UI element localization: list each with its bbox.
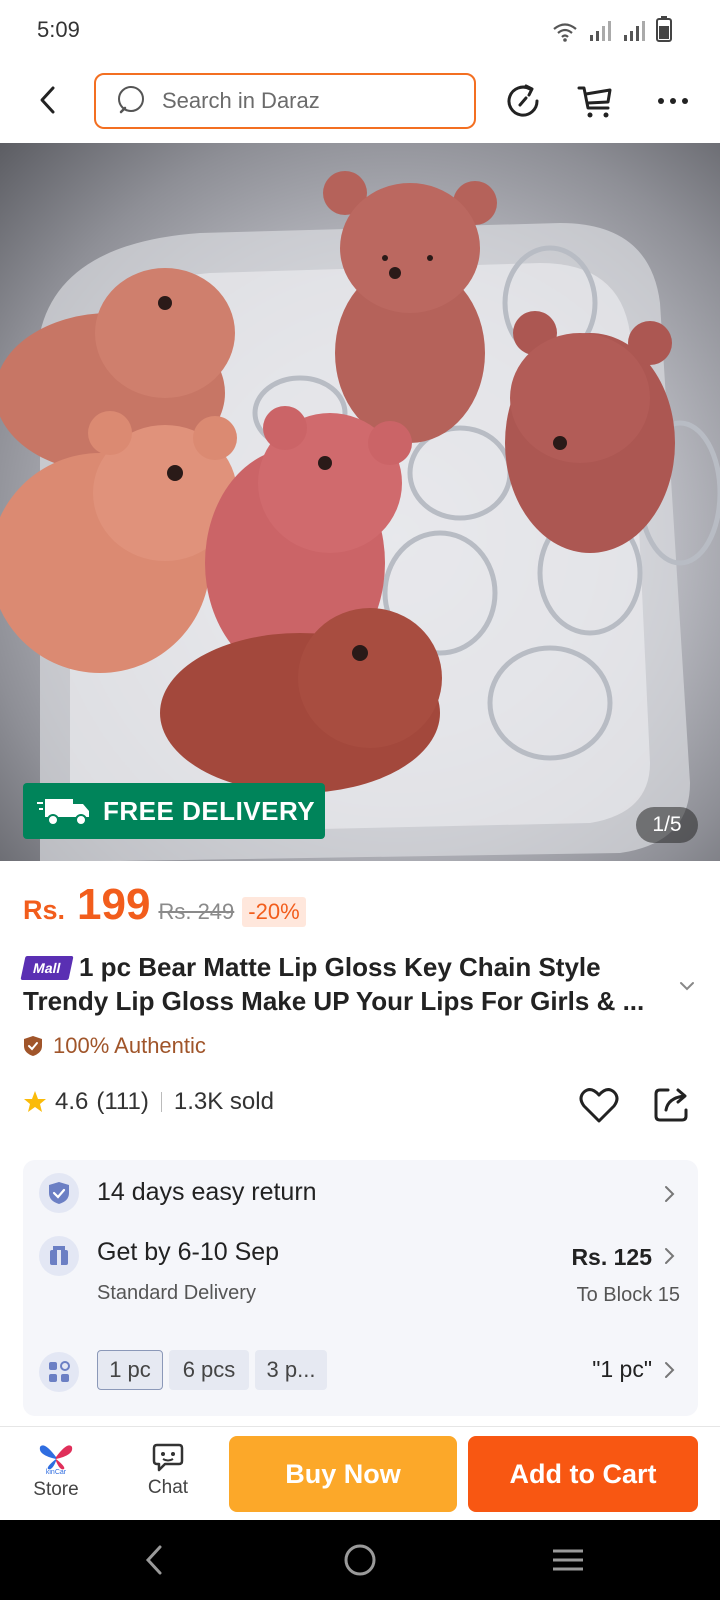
history-icon <box>507 84 539 117</box>
rating-value: 4.6 <box>55 1088 89 1115</box>
status-time: 5:09 <box>37 17 80 42</box>
nav-back-icon[interactable] <box>140 1543 170 1577</box>
variant-row[interactable]: 1 pc 6 pcs 3 p... "1 pc" <box>23 1330 698 1410</box>
product-title-text: 1 pc Bear Matte Lip Gloss Key Chain Styl… <box>23 952 645 1016</box>
variant-chip-selected[interactable]: 1 pc <box>97 1350 163 1390</box>
star-icon <box>24 1091 46 1112</box>
authentic-row: 100% Authentic <box>23 1033 206 1059</box>
chat-icon <box>152 1443 184 1472</box>
divider <box>160 1092 162 1112</box>
chevron-right-icon <box>665 1362 675 1378</box>
heart-icon <box>579 1088 619 1123</box>
store-logo-text: kinCar <box>46 1469 67 1475</box>
mall-badge: Mall <box>20 956 74 980</box>
header: Search in Daraz <box>0 62 720 142</box>
cart-button[interactable] <box>576 80 618 122</box>
delivery-icon-wrap <box>39 1236 79 1276</box>
grid-icon <box>49 1361 70 1382</box>
chevron-down-icon[interactable] <box>676 975 698 997</box>
shield-check-icon <box>24 1036 42 1056</box>
store-button[interactable]: kinCar Store <box>16 1441 96 1511</box>
nav-recents-icon[interactable] <box>550 1545 586 1575</box>
free-delivery-label: FREE DELIVERY <box>103 795 316 826</box>
share-button[interactable] <box>652 1084 692 1124</box>
authentic-label: 100% Authentic <box>53 1033 206 1058</box>
wishlist-button[interactable] <box>578 1084 620 1126</box>
rating-row[interactable]: 4.6 (111) 1.3K sold <box>23 1088 274 1116</box>
buy-now-button[interactable]: Buy Now <box>229 1436 457 1512</box>
search-placeholder: Search in Daraz <box>162 88 320 113</box>
more-dots-icon <box>658 98 688 104</box>
product-photo <box>0 171 720 861</box>
price-row: Rs. 199 Rs. 249 -20% <box>23 880 306 940</box>
service-info-card: 14 days easy return Get by 6-10 Sep Stan… <box>23 1160 698 1416</box>
signal-icon <box>590 21 611 41</box>
shield-check-icon <box>49 1182 69 1204</box>
battery-icon <box>656 16 672 42</box>
bottom-action-bar: kinCar Store Chat Buy Now Add to Cart <box>0 1426 720 1520</box>
delivery-type: Standard Delivery <box>97 1282 256 1304</box>
return-icon-wrap <box>39 1173 79 1213</box>
store-label: Store <box>33 1479 79 1500</box>
back-arrow-icon <box>40 86 55 114</box>
back-button[interactable] <box>28 80 68 120</box>
delivery-truck-icon <box>37 799 89 826</box>
variant-icon-wrap <box>39 1352 79 1392</box>
status-icons <box>552 16 672 42</box>
store-logo-icon: kinCar <box>39 1445 73 1475</box>
status-bar: 5:09 <box>0 0 720 62</box>
chevron-right-icon <box>665 1248 675 1264</box>
delivery-price: Rs. 125 <box>571 1244 652 1270</box>
delivery-row[interactable]: Get by 6-10 Sep Standard Delivery Rs. 12… <box>23 1226 698 1330</box>
more-options-button[interactable] <box>652 80 694 122</box>
rating-count: (111) <box>96 1088 149 1115</box>
delivery-date: Get by 6-10 Sep <box>97 1238 280 1266</box>
wifi-icon <box>553 23 577 42</box>
chat-button[interactable]: Chat <box>128 1441 208 1511</box>
history-button[interactable] <box>502 80 544 122</box>
search-icon <box>118 86 144 114</box>
signal-icon-2 <box>624 21 645 41</box>
price-currency: Rs. <box>23 895 66 925</box>
system-nav-bar <box>0 1520 720 1600</box>
variant-chip[interactable]: 3 p... <box>255 1350 327 1390</box>
free-delivery-badge: FREE DELIVERY <box>23 783 325 839</box>
chevron-right-icon <box>665 1186 675 1202</box>
add-to-cart-button[interactable]: Add to Cart <box>468 1436 698 1512</box>
cart-icon <box>577 86 612 118</box>
selected-variant-label: "1 pc" <box>592 1356 652 1382</box>
price-value: 199 <box>77 880 151 929</box>
delivery-location: To Block 15 <box>576 1284 680 1306</box>
product-image-carousel[interactable]: FREE DELIVERY 1/5 <box>0 143 720 861</box>
chat-label: Chat <box>147 1477 189 1498</box>
package-icon <box>50 1246 68 1265</box>
original-price: Rs. 249 <box>158 899 235 924</box>
image-counter: 1/5 <box>636 807 698 843</box>
search-input[interactable]: Search in Daraz <box>94 73 476 129</box>
share-icon <box>654 1088 688 1122</box>
discount-badge: -20% <box>242 897 306 927</box>
product-title[interactable]: Mall 1 pc Bear Matte Lip Gloss Key Chain … <box>20 950 673 1018</box>
nav-home-icon[interactable] <box>342 1542 378 1578</box>
return-policy-label: 14 days easy return <box>97 1178 317 1206</box>
sold-count: 1.3K sold <box>173 1088 274 1115</box>
variant-chip[interactable]: 6 pcs <box>169 1350 249 1390</box>
return-policy-row[interactable]: 14 days easy return <box>23 1160 698 1226</box>
